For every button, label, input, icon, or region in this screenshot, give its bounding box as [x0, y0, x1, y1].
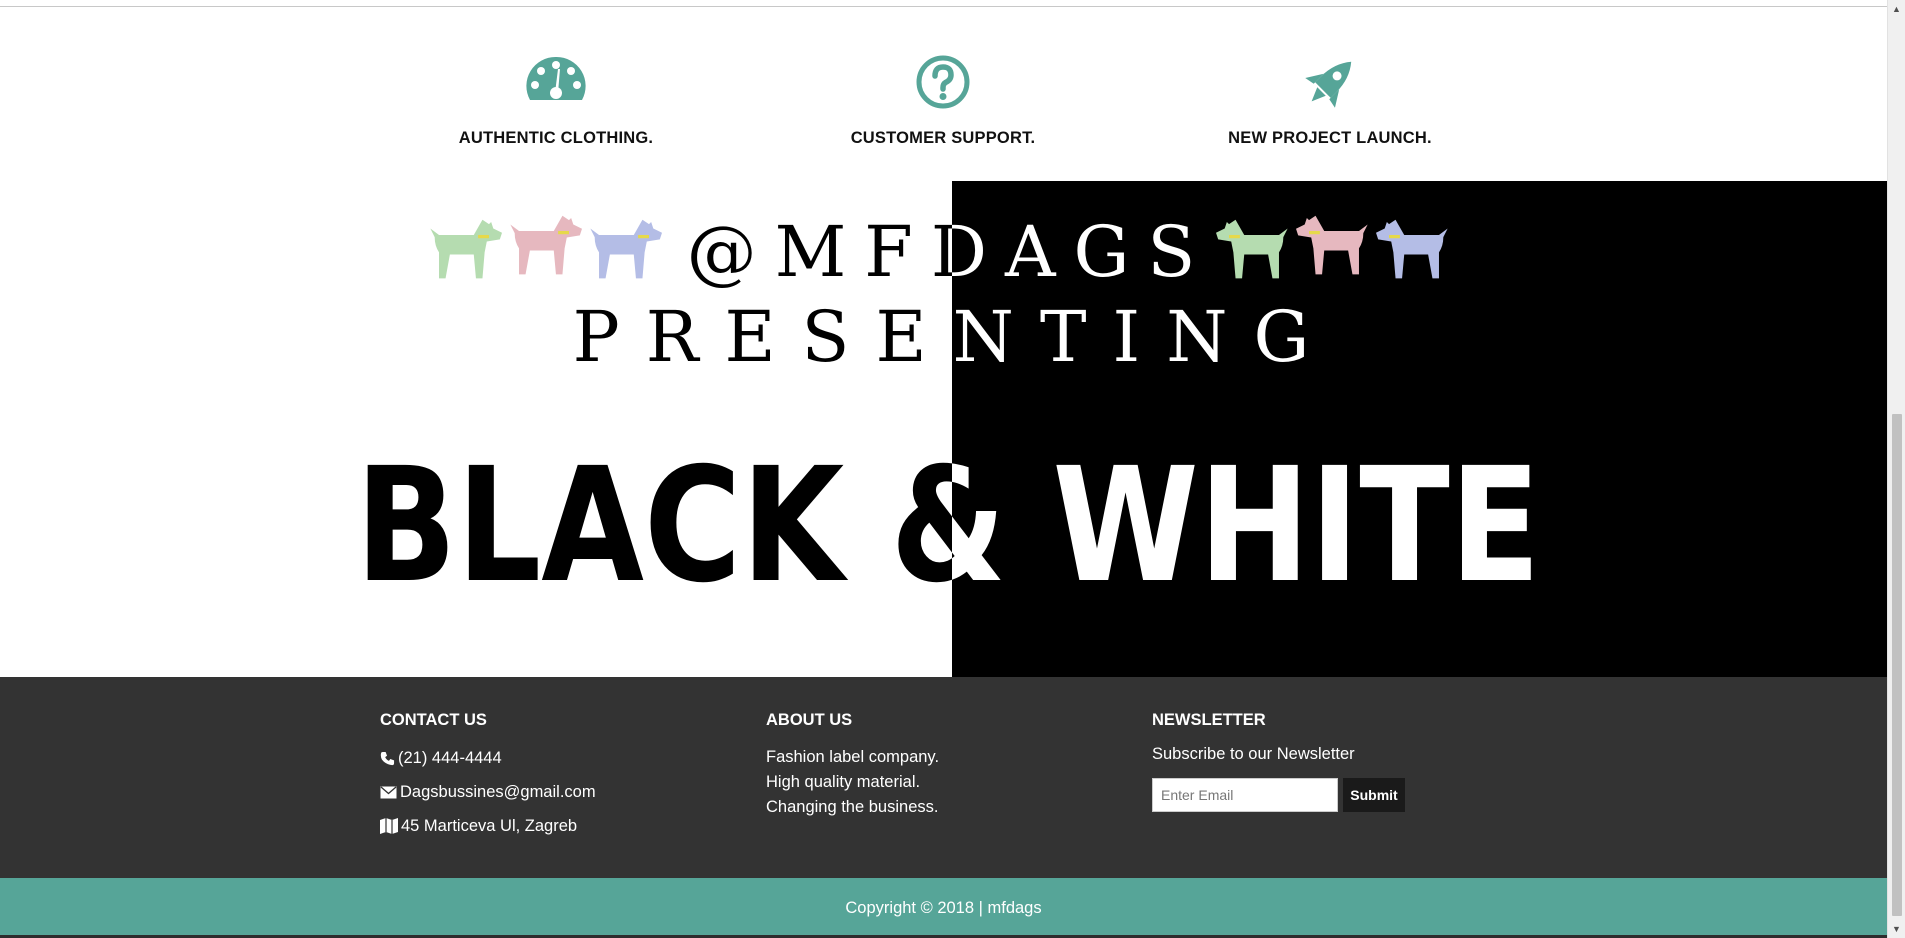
copyright-bar: Copyright © 2018 | mfdags	[0, 878, 1887, 938]
page: AUTHENTIC CLOTHING. CUSTOMER SUPPORT. NE…	[0, 0, 1887, 938]
about-column: ABOUT US Fashion label company. High qua…	[766, 711, 939, 820]
scroll-up-arrow-icon[interactable]: ▲	[1888, 2, 1905, 16]
feature-title: AUTHENTIC CLOTHING.	[458, 129, 654, 147]
feature-new-project-launch: NEW PROJECT LAUNCH.	[1170, 53, 1490, 148]
footer: CONTACT US (21) 444-4444 Dagsbussines@gm…	[0, 677, 1887, 878]
rocket-icon	[1305, 61, 1352, 108]
hero-artwork: @MFDAGS PRESENTING BLACK & WHITE @MFDAGS…	[356, 211, 1541, 618]
newsletter-column: NEWSLETTER Subscribe to our Newsletter S…	[1152, 711, 1405, 812]
about-line: High quality material.	[766, 773, 921, 791]
feature-title: NEW PROJECT LAUNCH.	[1228, 129, 1432, 147]
features-section: AUTHENTIC CLOTHING. CUSTOMER SUPPORT. NE…	[0, 7, 1887, 181]
newsletter-heading: NEWSLETTER	[1152, 711, 1266, 729]
feature-authentic-clothing: AUTHENTIC CLOTHING.	[396, 53, 716, 148]
contact-address: 45 Marticeva Ul, Zagreb	[380, 816, 596, 836]
map-icon	[380, 818, 398, 834]
dashboard-icon	[526, 56, 586, 100]
about-heading: ABOUT US	[766, 711, 853, 729]
phone-text: (21) 444-4444	[398, 748, 502, 767]
newsletter-text: Subscribe to our Newsletter	[1152, 745, 1355, 763]
scroll-down-arrow-icon[interactable]: ▼	[1888, 922, 1905, 936]
contact-heading: CONTACT US	[380, 711, 487, 729]
submit-button[interactable]: Submit	[1343, 778, 1405, 812]
vertical-scrollbar[interactable]: ▲ ▼	[1887, 0, 1905, 938]
email-input[interactable]	[1152, 778, 1338, 812]
about-line: Changing the business.	[766, 798, 939, 816]
copyright-text: Copyright © 2018 | mfdags	[845, 899, 1042, 917]
contact-email: Dagsbussines@gmail.com	[380, 782, 596, 802]
dog-graphics-left	[430, 215, 662, 279]
contact-column: CONTACT US (21) 444-4444 Dagsbussines@gm…	[380, 711, 596, 836]
newsletter-form: Submit	[1152, 778, 1405, 812]
envelope-icon	[380, 786, 397, 798]
address-text: 45 Marticeva Ul, Zagreb	[401, 816, 578, 835]
dog-graphics-right	[1216, 215, 1448, 279]
phone-icon	[380, 751, 395, 765]
about-line: Fashion label company.	[766, 748, 940, 766]
email-text: Dagsbussines@gmail.com	[400, 782, 596, 801]
scroll-thumb[interactable]	[1892, 414, 1902, 916]
question-circle-icon	[916, 55, 970, 109]
hero-banner: @MFDAGS PRESENTING BLACK & WHITE @MFDAGS…	[0, 181, 1887, 677]
feature-customer-support: CUSTOMER SUPPORT.	[783, 53, 1103, 148]
feature-title: CUSTOMER SUPPORT.	[850, 129, 1036, 147]
about-text: Fashion label company. High quality mate…	[766, 745, 939, 820]
contact-phone: (21) 444-4444	[380, 748, 596, 768]
